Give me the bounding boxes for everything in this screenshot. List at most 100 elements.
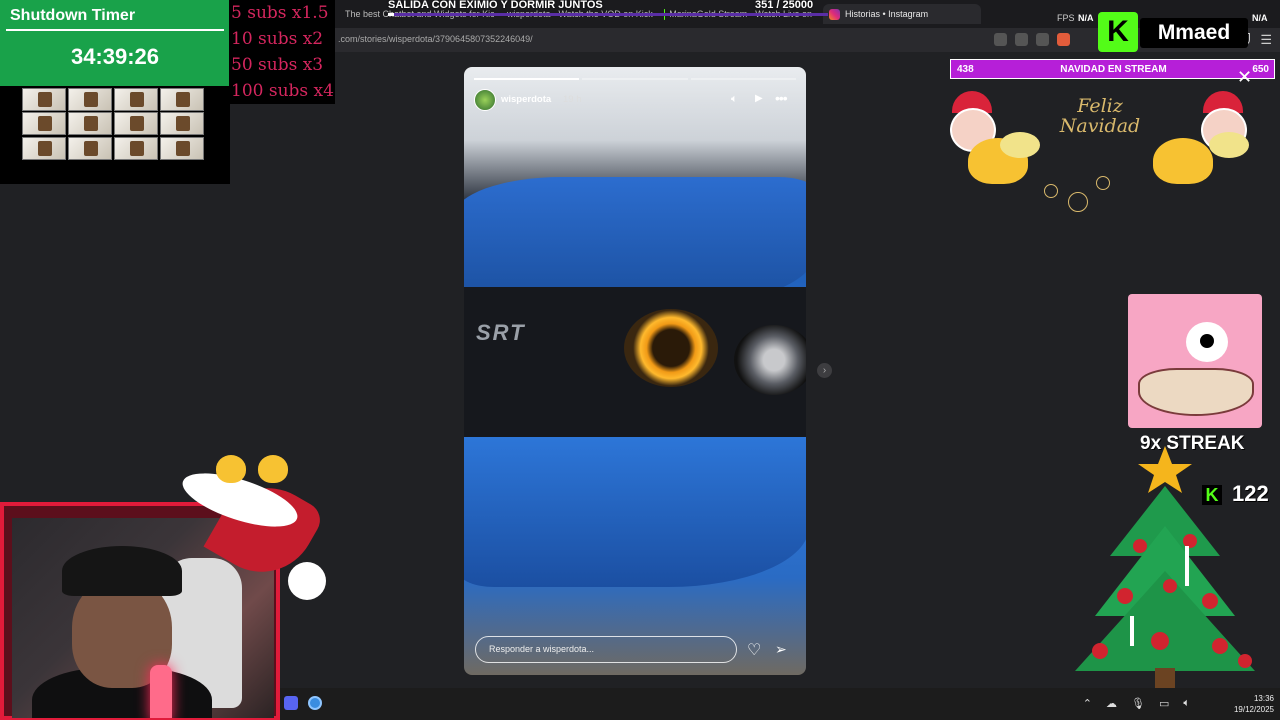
- srt-badge: SRT: [476, 320, 526, 345]
- story-progress-segment: [474, 78, 580, 80]
- thumbnail-subject: [130, 141, 144, 156]
- ornament-icon: [1163, 579, 1177, 593]
- emote-pupil: [1200, 334, 1214, 348]
- thumbnail-subject: [38, 141, 52, 156]
- thumbnail: [160, 88, 204, 111]
- tab-instagram-stories[interactable]: Historias • Instagram: [823, 4, 981, 24]
- kick-logo: K: [1098, 12, 1138, 52]
- candy-cane: [1185, 546, 1189, 586]
- chevron-up-icon[interactable]: ⌃: [1083, 697, 1092, 710]
- christmas-banner: Feliz Navidad: [940, 88, 1260, 218]
- send-icon[interactable]: ➢: [775, 641, 787, 658]
- goal-title: NAVIDAD EN STREAM: [1060, 64, 1167, 75]
- ornament-icon: [1092, 643, 1108, 659]
- story-progress-segment: [582, 78, 688, 80]
- extension-icon[interactable]: [1036, 33, 1049, 46]
- wing-icon: [1000, 132, 1040, 158]
- sub-counter: 351 / 25000: [755, 0, 814, 11]
- display-icon[interactable]: ▭: [1159, 697, 1169, 710]
- thumbnail: [114, 137, 158, 160]
- microphone-icon[interactable]: 🎙︎: [1131, 697, 1145, 710]
- system-tray: ⌃ ☁ 🎙︎ ▭ 🔈︎: [1083, 697, 1190, 710]
- thumbnail-subject: [38, 92, 52, 107]
- reply-input[interactable]: Responder a wisperdota...: [475, 636, 737, 663]
- thumbnail-subject: [84, 92, 98, 107]
- sub-goal-progress-fill: [388, 13, 395, 16]
- thumbnail-subject: [176, 92, 190, 107]
- story-progress: [474, 78, 796, 80]
- santa-hat-overlay: [176, 455, 330, 605]
- timer-value: 34:39:26: [70, 44, 160, 69]
- ornament-icon: [1183, 534, 1197, 548]
- thumbnail: [114, 112, 158, 135]
- greeting-line: Navidad: [1059, 115, 1141, 137]
- greeting-line: Feliz: [1077, 95, 1123, 117]
- thumbnail: [160, 137, 204, 160]
- thumbnail-subject: [38, 116, 52, 131]
- story-progress-segment: [690, 78, 796, 80]
- fps-value: N/A: [1252, 13, 1268, 23]
- play-icon[interactable]: ▶: [755, 93, 763, 104]
- fps-value: N/A: [1078, 13, 1094, 23]
- clock[interactable]: 13:36 19/12/2025: [1234, 693, 1274, 715]
- car-bumper: [464, 437, 806, 587]
- tab-label: Historias • Instagram: [845, 9, 929, 19]
- menu-icon[interactable]: ☰: [1260, 32, 1272, 48]
- shutdown-timer-widget: Shutdown Timer 34:39:26: [0, 0, 230, 86]
- thumbnail: [68, 137, 112, 160]
- heart-icon[interactable]: ♡: [747, 640, 761, 660]
- thumbnail-subject: [84, 116, 98, 131]
- thumbnail-subject: [130, 116, 144, 131]
- star-icon: [1138, 446, 1192, 493]
- santa-hat-pompom: [288, 562, 326, 600]
- discord-icon[interactable]: [284, 696, 298, 710]
- settings-icon[interactable]: [308, 696, 322, 710]
- next-story-button[interactable]: ›: [817, 363, 832, 378]
- close-icon[interactable]: ✕: [1237, 67, 1252, 88]
- story-username[interactable]: wisperdota: [501, 94, 551, 105]
- ornament-icon: [1212, 638, 1228, 654]
- headlight: [734, 325, 806, 395]
- santa-duck-illustration: [940, 88, 1050, 193]
- wing-icon: [1209, 132, 1249, 158]
- cloud-icon[interactable]: ☁: [1106, 697, 1117, 710]
- thumbnail: [114, 88, 158, 111]
- thumbnail: [22, 88, 66, 111]
- duck-icon: [1153, 138, 1213, 184]
- thumbnail-grid: [0, 86, 230, 184]
- ornament-icon: [1117, 588, 1133, 604]
- thumbnail-subject: [130, 92, 144, 107]
- volume-icon[interactable]: 🔈︎: [1183, 697, 1190, 710]
- clock-date: 19/12/2025: [1233, 705, 1274, 714]
- ornament-icon: [1151, 632, 1169, 650]
- streamer-cap: [62, 546, 182, 596]
- avatar[interactable]: [474, 89, 496, 111]
- headlight: [624, 309, 718, 387]
- url-field[interactable]: .com/stories/wisperdota/3790645807352246…: [338, 34, 533, 44]
- extension-icon[interactable]: [994, 33, 1007, 46]
- extension-icon[interactable]: [1015, 33, 1028, 46]
- fps-label: FPS: [1057, 13, 1075, 23]
- instagram-icon: [829, 8, 840, 20]
- more-options-icon[interactable]: •••: [775, 90, 788, 106]
- volume-icon[interactable]: 🔈︎: [731, 93, 738, 106]
- ornament-icon: [1096, 176, 1110, 190]
- story-time: 19 h: [563, 94, 582, 105]
- timer-divider: [6, 29, 224, 31]
- ornament-icon: [1238, 654, 1252, 668]
- santa-duck-illustration: [1145, 88, 1255, 193]
- thumbnail: [22, 137, 66, 160]
- taskbar: ⌃ ☁ 🎙︎ ▭ 🔈︎ 13:36 19/12/2025: [280, 688, 1280, 720]
- timer-title: Shutdown Timer: [10, 7, 136, 24]
- sub-goal-progress: [388, 13, 828, 16]
- thumbnail-subject: [84, 141, 98, 156]
- extension-icon[interactable]: [1057, 33, 1070, 46]
- channel-name: Mmaed: [1140, 18, 1248, 48]
- sub-multipliers: 5 subs x1.5 10 subs x2 50 subs x3 100 su…: [229, 0, 335, 104]
- story-header: wisperdota 19 h 🔈︎ ▶ •••: [474, 89, 796, 111]
- ornament-icon: [1044, 184, 1058, 198]
- christmas-tree-icon: [1075, 446, 1255, 696]
- emote-beak: [1138, 368, 1254, 416]
- thumbnail-subject: [176, 141, 190, 156]
- screen: The best Chatbot and Widgets for Kick wi…: [0, 0, 1280, 720]
